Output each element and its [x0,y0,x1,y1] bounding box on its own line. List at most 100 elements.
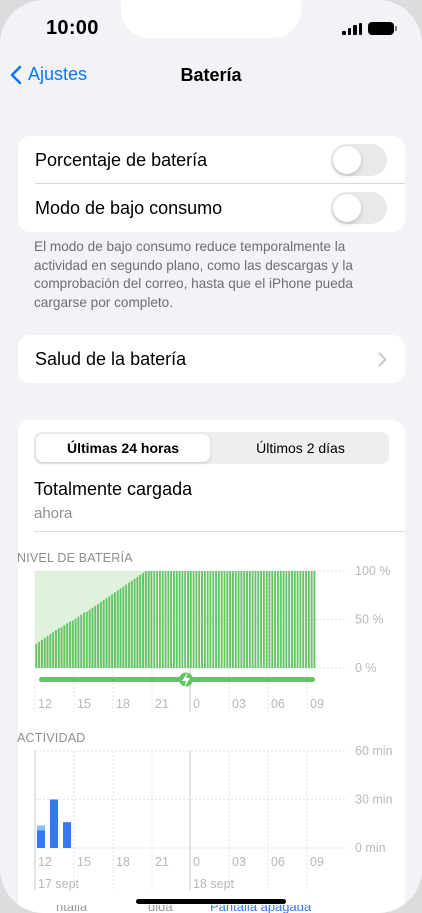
battery-level-bar [293,571,296,668]
battery-level-bar [63,625,66,668]
battery-level-bar [57,628,60,668]
battery-level-bar [276,571,279,668]
bottom-legend-peek: ntalla dida Pantalla apagada [0,905,422,913]
battery-level-bar [158,571,161,668]
battery-x-tick: 12 [38,697,52,711]
battery-level-bar [257,571,260,668]
battery-level-bar [217,571,220,668]
battery-level-bar [122,586,125,668]
battery-level-bar [195,571,198,668]
battery-level-bar [108,596,111,668]
battery-level-bar [85,611,88,668]
home-indicator [136,899,286,904]
battery-level-bar [94,605,97,668]
battery-level-bar [99,602,102,668]
activity-screen-off-bar [37,825,45,831]
battery-level-bar [181,571,184,668]
battery-level-bar [102,600,105,668]
battery-level-bar [156,571,159,668]
battery-y-tick: 100 % [355,564,390,578]
battery-level-bar [130,580,133,668]
battery-level-bar [226,571,229,668]
battery-level-bar [142,572,144,668]
battery-y-tick: 50 % [355,613,384,627]
activity-date-label: 18 sept [193,877,235,891]
battery-level-bar [133,578,136,668]
activity-x-tick: 18 [116,855,130,869]
battery-level-bar [71,620,74,668]
battery-level-bar [80,614,83,668]
battery-level-bar [77,616,80,668]
battery-level-bar [237,571,240,668]
battery-level-bar [296,571,299,668]
battery-level-bar [302,571,305,668]
battery-level-bar [111,594,114,668]
battery-level-bar [198,571,201,668]
battery-level-bar [52,632,55,668]
battery-level-bar [209,571,212,668]
battery-level-bar [172,571,175,668]
battery-level-bar [192,571,195,668]
battery-level-bar [153,571,156,668]
battery-level-bar [38,641,41,668]
battery-y-tick: 0 % [355,661,377,675]
battery-level-bar [184,571,187,668]
battery-level-bar [201,571,203,668]
battery-x-tick: 09 [310,697,324,711]
battery-level-bar [310,571,313,668]
battery-level-bar [260,571,263,668]
battery-level-bar [279,571,282,668]
battery-x-tick: 18 [116,697,130,711]
battery-level-bar [74,618,77,668]
activity-x-tick: 12 [38,855,52,869]
battery-level-bar [189,571,192,668]
battery-level-bar [88,609,91,668]
battery-x-tick: 0 [193,697,200,711]
battery-level-bar [243,571,246,668]
battery-level-bar [203,571,206,668]
activity-x-tick: 03 [232,855,246,869]
battery-level-bar [268,571,271,668]
battery-level-bar [291,571,293,668]
battery-x-tick: 06 [271,697,285,711]
battery-level-bar [187,571,189,668]
battery-level-bar [240,571,243,668]
battery-level-bar [282,571,285,668]
battery-level-bar [54,630,57,668]
battery-level-bar [139,574,142,668]
activity-x-tick: 09 [310,855,324,869]
battery-level-bar [305,571,307,668]
battery-level-bar [265,571,268,668]
battery-level-bar [170,571,173,668]
battery-level-bar [105,598,108,668]
battery-level-bar [91,607,94,668]
battery-level-bar [313,571,316,668]
battery-level-bar [128,582,130,668]
activity-screen-on-bar [63,822,71,848]
battery-level-bar [83,612,85,668]
battery-level-bar [35,643,38,668]
battery-level-bar [125,584,128,668]
battery-level-bar [46,635,49,668]
battery-level-bar [150,571,153,668]
battery-level-bar [248,571,251,668]
activity-x-tick: 0 [193,855,200,869]
activity-x-tick: 06 [271,855,285,869]
activity-screen-on-bar [50,799,58,848]
battery-level-bar [229,571,232,668]
battery-x-tick: 03 [232,697,246,711]
battery-level-bar [274,571,277,668]
battery-level-bar [43,637,46,668]
battery-x-tick: 15 [77,697,91,711]
battery-level-bar [119,588,122,668]
battery-level-bar [307,571,310,668]
battery-level-bar [215,571,218,668]
battery-level-bar [136,576,139,668]
activity-y-tick: 30 min [355,793,393,807]
battery-level-bar [254,571,257,668]
activity-x-tick: 15 [77,855,91,869]
battery-x-tick: 21 [155,697,169,711]
battery-level-bar [232,571,234,668]
activity-y-tick: 60 min [355,744,393,758]
battery-level-bar [113,592,116,668]
